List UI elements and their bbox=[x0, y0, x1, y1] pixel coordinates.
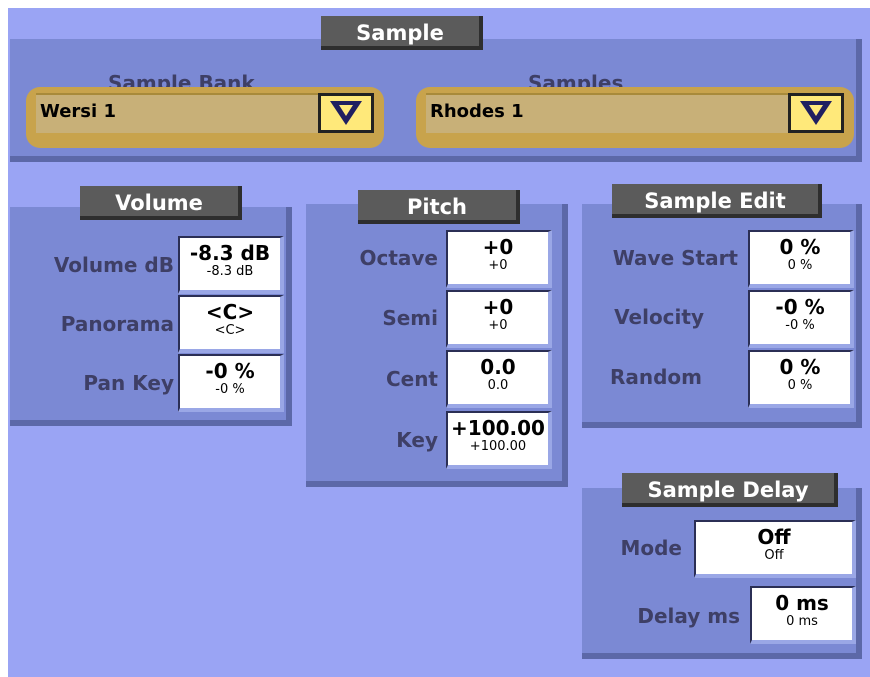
random-field[interactable]: 0 % 0 % bbox=[748, 350, 854, 408]
pan-key-label: Pan Key bbox=[83, 371, 174, 395]
octave-subvalue: +0 bbox=[488, 258, 508, 273]
delay-ms-label: Delay ms bbox=[637, 604, 740, 628]
semi-subvalue: +0 bbox=[488, 318, 508, 333]
panorama-value: <C> bbox=[205, 300, 255, 324]
volume-db-label: Volume dB bbox=[53, 253, 174, 277]
octave-field[interactable]: +0 +0 bbox=[446, 230, 552, 288]
cent-value: 0.0 bbox=[480, 355, 516, 379]
panorama-subvalue: <C> bbox=[214, 323, 246, 338]
key-label: Key bbox=[396, 428, 438, 452]
mode-value: Off bbox=[757, 525, 791, 549]
random-subvalue: 0 % bbox=[787, 378, 813, 393]
volume-db-value: -8.3 dB bbox=[189, 241, 271, 265]
wave-start-subvalue: 0 % bbox=[787, 258, 813, 273]
panorama-label: Panorama bbox=[60, 312, 174, 336]
samples-dropdown-button[interactable] bbox=[788, 93, 844, 133]
velocity-field[interactable]: -0 % -0 % bbox=[748, 290, 854, 348]
volume-title: Volume bbox=[80, 186, 242, 220]
velocity-label: Velocity bbox=[614, 305, 704, 329]
pan-key-field[interactable]: -0 % -0 % bbox=[178, 354, 284, 412]
volume-db-subvalue: -8.3 dB bbox=[206, 264, 254, 279]
delay-ms-field[interactable]: 0 ms 0 ms bbox=[750, 586, 856, 644]
samples-value: Rhodes 1 bbox=[430, 101, 524, 122]
pan-key-value: -0 % bbox=[205, 359, 255, 383]
samples-select[interactable]: Rhodes 1 bbox=[416, 87, 854, 148]
sample-bank-select[interactable]: Wersi 1 bbox=[26, 87, 384, 148]
pitch-title: Pitch bbox=[358, 190, 520, 224]
random-value: 0 % bbox=[779, 355, 821, 379]
key-value: +100.00 bbox=[451, 416, 545, 440]
sample-edit-title: Sample Edit bbox=[612, 184, 822, 218]
wave-start-label: Wave Start bbox=[612, 246, 738, 270]
sample-bank-dropdown-button[interactable] bbox=[318, 93, 374, 133]
delay-ms-value: 0 ms bbox=[775, 591, 829, 615]
pan-key-subvalue: -0 % bbox=[215, 382, 245, 397]
stage: Sample Sample Bank Samples Wersi 1 Rhode… bbox=[8, 8, 870, 677]
cent-subvalue: 0.0 bbox=[487, 378, 509, 393]
key-field[interactable]: +100.00 +100.00 bbox=[446, 411, 552, 469]
wave-start-field[interactable]: 0 % 0 % bbox=[748, 230, 854, 288]
delay-ms-subvalue: 0 ms bbox=[786, 614, 818, 629]
volume-db-field[interactable]: -8.3 dB -8.3 dB bbox=[178, 236, 284, 294]
cent-field[interactable]: 0.0 0.0 bbox=[446, 350, 552, 408]
sample-title: Sample bbox=[321, 16, 483, 50]
octave-label: Octave bbox=[359, 246, 438, 270]
semi-label: Semi bbox=[382, 306, 438, 330]
velocity-value: -0 % bbox=[775, 295, 825, 319]
mode-subvalue: Off bbox=[764, 548, 784, 563]
panorama-field[interactable]: <C> <C> bbox=[178, 295, 284, 353]
mode-field[interactable]: Off Off bbox=[694, 520, 856, 578]
chevron-down-icon bbox=[800, 101, 832, 125]
samples-field[interactable]: Rhodes 1 bbox=[426, 93, 844, 133]
wave-start-value: 0 % bbox=[779, 235, 821, 259]
chevron-down-icon bbox=[330, 101, 362, 125]
semi-field[interactable]: +0 +0 bbox=[446, 290, 552, 348]
sample-delay-title: Sample Delay bbox=[622, 473, 838, 507]
mode-label: Mode bbox=[620, 536, 682, 560]
velocity-subvalue: -0 % bbox=[785, 318, 815, 333]
semi-value: +0 bbox=[482, 295, 514, 319]
sample-bank-field[interactable]: Wersi 1 bbox=[36, 93, 374, 133]
octave-value: +0 bbox=[482, 235, 514, 259]
key-subvalue: +100.00 bbox=[469, 439, 527, 454]
cent-label: Cent bbox=[385, 367, 438, 391]
random-label: Random bbox=[609, 365, 702, 389]
sample-bank-value: Wersi 1 bbox=[40, 101, 116, 122]
